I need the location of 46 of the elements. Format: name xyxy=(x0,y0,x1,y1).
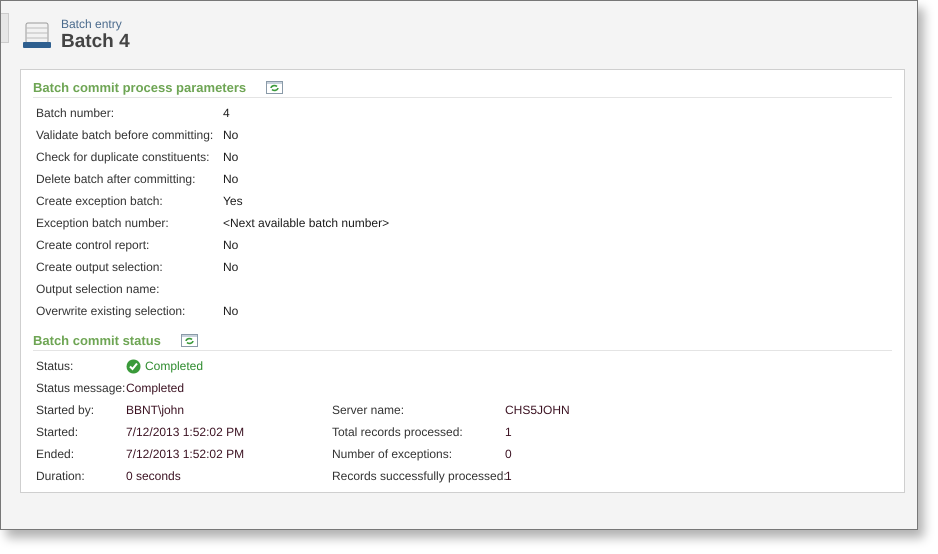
field-value: 7/12/2013 1:52:02 PM xyxy=(126,447,244,461)
field-label: Number of exceptions: xyxy=(332,447,454,461)
field-label: Ended: xyxy=(36,447,76,461)
refresh-icon[interactable] xyxy=(180,334,198,347)
field-value: No xyxy=(223,150,238,164)
field-label: Duration: xyxy=(36,469,86,483)
field-value: Completed xyxy=(145,359,204,373)
field-label: Output selection name: xyxy=(36,282,160,296)
field-label: Status message: xyxy=(36,381,126,395)
field-value: 4 xyxy=(223,106,230,120)
field-value: No xyxy=(223,304,238,318)
field-value: 0 seconds xyxy=(126,469,181,483)
section-heading: Batch commit status xyxy=(33,333,161,348)
field-value: 0 xyxy=(505,447,512,461)
check-icon xyxy=(126,358,141,374)
field-value: CHS5JOHN xyxy=(505,403,570,417)
field-label: Batch number: xyxy=(36,106,116,120)
field-value: Yes xyxy=(223,194,243,208)
field-label: Started by: xyxy=(36,403,96,417)
field-label: Delete batch after committing: xyxy=(36,172,196,186)
field-value: No xyxy=(223,260,238,274)
field-label: Create output selection: xyxy=(36,260,164,274)
field-label: Status: xyxy=(36,359,74,373)
field-value: No xyxy=(223,128,238,142)
field-label: Exception batch number: xyxy=(36,216,170,230)
field-label: Create exception batch: xyxy=(36,194,164,208)
breadcrumb-link[interactable]: Batch entry xyxy=(61,17,130,31)
field-label: Started: xyxy=(36,425,80,439)
page-title: Batch 4 xyxy=(61,31,130,53)
refresh-icon[interactable] xyxy=(266,81,284,94)
field-label: Validate batch before committing: xyxy=(36,128,214,142)
field-value: 7/12/2013 1:52:02 PM xyxy=(126,425,244,439)
field-value: No xyxy=(223,238,238,252)
field-label: Create control report: xyxy=(36,238,150,252)
field-label: Records successfully processed: xyxy=(332,469,505,483)
field-value: BBNT\john xyxy=(126,403,184,417)
field-label: Overwrite existing selection: xyxy=(36,304,186,318)
section-heading: Batch commit process parameters xyxy=(33,80,246,95)
field-label: Server name: xyxy=(332,403,406,417)
field-label: Check for duplicate constituents: xyxy=(36,150,210,164)
field-value: No xyxy=(223,172,238,186)
field-value: 1 xyxy=(505,425,512,439)
field-value: 1 xyxy=(505,469,512,483)
field-value: Completed xyxy=(126,381,184,395)
field-value: <Next available batch number> xyxy=(223,216,390,230)
field-label: Total records processed: xyxy=(332,425,464,439)
